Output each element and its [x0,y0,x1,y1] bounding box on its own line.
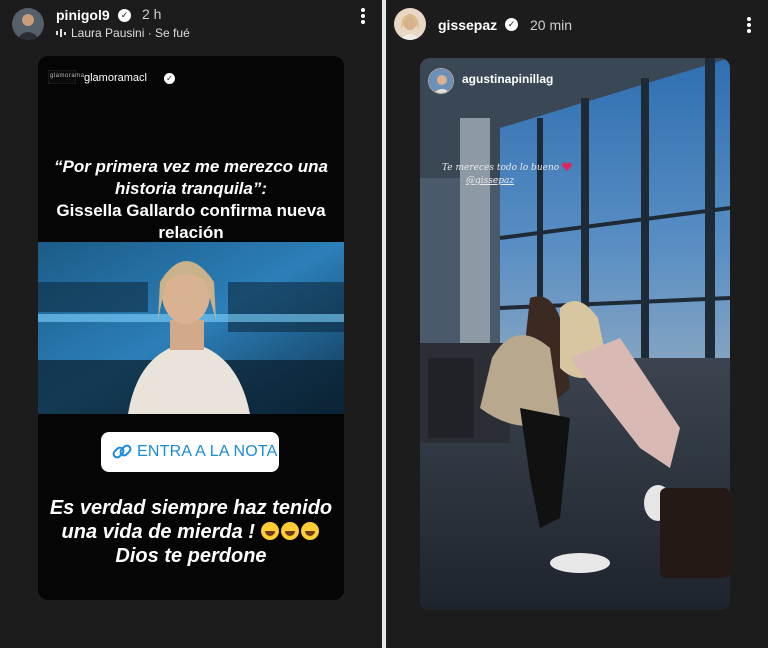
story-header: pinigol9 ✓ 2 h Laura Pausini · Se fué [0,0,382,56]
mention-link[interactable]: @gissepaz [466,176,514,186]
avatar[interactable] [428,68,454,94]
rofl-emoji-icon [301,522,320,540]
logo-text: glamorama [50,73,85,79]
shared-story-card[interactable]: agustinapinillag Te mereces todo lo buen… [420,58,730,610]
story-header: gissepaz ✓ 20 min [386,0,768,56]
heart-icon [562,162,572,171]
verified-badge-icon: ✓ [505,18,518,31]
read-article-label: ENTRA A LA NOTA [137,443,278,460]
verified-badge-icon: ✓ [164,73,175,84]
verified-badge-icon: ✓ [118,9,131,22]
rofl-emoji-icon [261,522,280,540]
avatar[interactable] [394,8,426,40]
story-caption: Te mereces todo lo bueno @gissepaz [442,162,572,188]
rofl-emoji-icon [281,522,300,540]
music-icon [56,29,66,37]
headline-subtitle: Gissella Gallardo confirma nueva relació… [56,201,326,242]
username[interactable]: pinigol9 [56,7,110,23]
shared-account-name[interactable]: agustinapinillag [462,72,553,86]
username[interactable]: gissepaz [438,17,497,33]
comment-text-end: Dios te perdone [115,545,267,567]
news-photo [38,242,344,414]
more-options-icon[interactable] [746,15,752,35]
read-article-button[interactable]: ENTRA A LA NOTA [101,432,279,472]
avatar[interactable] [12,8,44,40]
account-logo: glamorama [47,69,84,85]
shared-account-name[interactable]: glamoramacl [84,72,147,84]
right-story-panel: gissepaz ✓ 20 min agustinapinillag Te me… [386,0,768,648]
left-story-panel: pinigol9 ✓ 2 h Laura Pausini · Se fué gl… [0,0,382,648]
airport-photo [420,58,730,610]
timestamp: 2 h [142,6,162,22]
headline-quote: “Por primera vez me merezco una historia… [53,157,328,198]
more-options-icon[interactable] [360,6,366,26]
link-icon [112,444,132,459]
timestamp: 20 min [530,17,573,33]
music-label: Laura Pausini · Se fué [71,26,190,40]
shared-post-card[interactable]: glamorama glamoramacl ✓ “Por primera vez… [38,56,344,600]
music-info[interactable]: Laura Pausini · Se fué [56,26,190,40]
story-comment: Es verdad siempre haz tenido una vida de… [48,496,334,568]
caption-text: Te mereces todo lo bueno [442,163,560,173]
